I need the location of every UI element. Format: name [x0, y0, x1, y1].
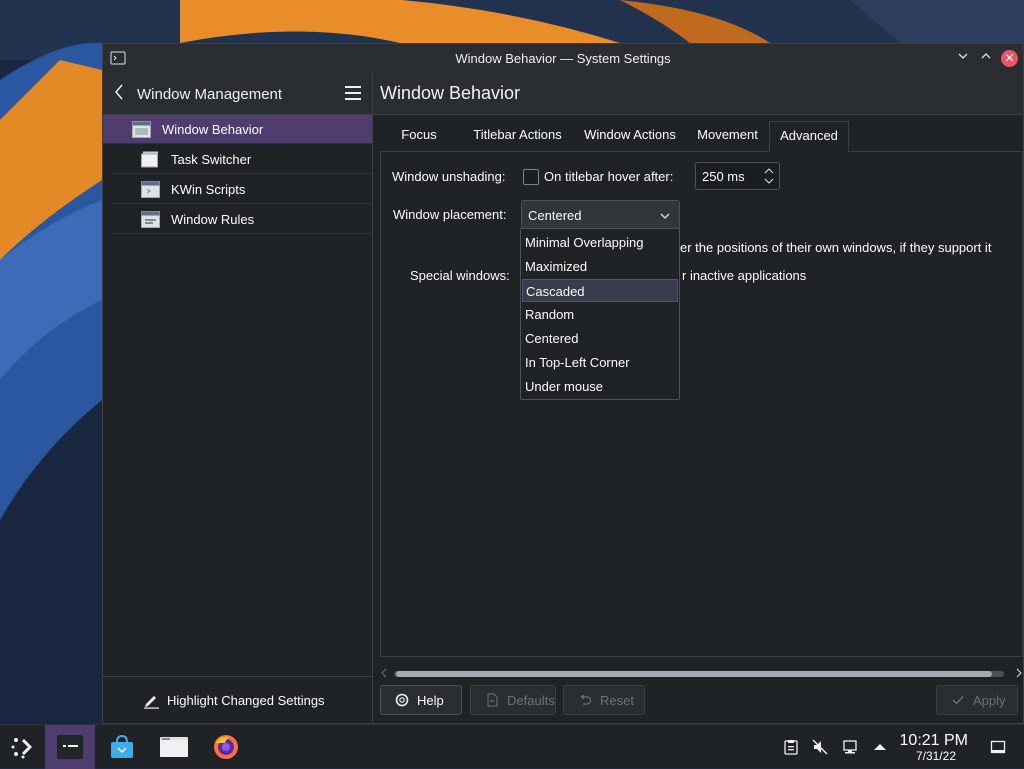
horizontal-scrollbar[interactable]: [380, 667, 1023, 681]
defaults-button[interactable]: Defaults: [470, 685, 556, 715]
taskbar: 10:21 PM 7/31/22: [0, 724, 1024, 769]
window-placement-value: Centered: [528, 208, 582, 223]
tab-advanced[interactable]: Advanced: [769, 121, 849, 152]
chevron-up-icon: [981, 53, 991, 59]
clipboard-icon[interactable]: [783, 739, 799, 755]
sidebar-header: Window Management: [103, 73, 372, 115]
sidebar-item-window-behavior[interactable]: Window Behavior: [103, 115, 372, 144]
maximize-button[interactable]: [978, 50, 994, 66]
special-windows-label: Special windows:: [410, 268, 510, 283]
tab-bar: Focus Titlebar Actions Window Actions Mo…: [380, 121, 1023, 152]
allow-apps-positions-text: er the positions of their own windows, i…: [680, 240, 992, 255]
sidebar-item-label: Task Switcher: [171, 152, 252, 167]
placement-option-under-mouse[interactable]: Under mouse: [522, 375, 678, 398]
titlebar-hover-checkbox[interactable]: [523, 169, 539, 185]
highlight-changed-settings-label: Highlight Changed Settings: [167, 693, 325, 708]
apply-label: Apply: [973, 693, 1006, 708]
task-file-manager[interactable]: [149, 725, 199, 769]
content-area: Window Behavior Focus Titlebar Actions W…: [373, 73, 1023, 723]
apply-button[interactable]: Apply: [936, 685, 1018, 715]
window-titlebar[interactable]: Window Behavior — System Settings ✕: [103, 44, 1023, 74]
defaults-label: Defaults: [507, 693, 555, 708]
placement-option-maximized[interactable]: Maximized: [522, 255, 678, 278]
task-firefox[interactable]: [201, 725, 251, 769]
window-title: Window Behavior — System Settings: [455, 51, 671, 66]
task-system-settings[interactable]: [45, 725, 95, 769]
tab-movement[interactable]: Movement: [689, 121, 766, 151]
application-launcher[interactable]: [0, 725, 50, 769]
highlight-changed-settings-button[interactable]: Highlight Changed Settings: [103, 676, 372, 723]
reset-button[interactable]: Reset: [563, 685, 645, 715]
chevron-down-icon: [660, 213, 670, 219]
sidebar-item-label: Window Rules: [171, 212, 255, 227]
spin-down-icon[interactable]: [764, 177, 774, 187]
terminal-app-icon: [57, 735, 83, 759]
placement-option-random[interactable]: Random: [522, 303, 678, 326]
sidebar-item-window-rules[interactable]: Window Rules: [112, 205, 372, 234]
hamburger-menu-icon[interactable]: [345, 86, 361, 104]
sidebar-item-kwin-scripts[interactable]: KWin Scripts: [112, 175, 372, 204]
window-rules-icon: [141, 211, 160, 228]
sidebar-item-label: KWin Scripts: [171, 182, 246, 197]
close-button[interactable]: ✕: [1001, 50, 1018, 67]
window-placement-combobox[interactable]: Centered: [521, 200, 680, 229]
network-wired-icon[interactable]: [842, 739, 858, 755]
unshading-delay-spinbox[interactable]: 250 ms: [695, 162, 780, 190]
show-desktop-icon[interactable]: [990, 739, 1006, 755]
window-unshading-label: Window unshading:: [392, 169, 506, 184]
clock-time[interactable]: 10:21 PM: [900, 732, 968, 750]
scrollbar-thumb[interactable]: [396, 671, 992, 677]
placement-option-top-left-corner[interactable]: In Top-Left Corner: [522, 351, 678, 374]
task-discover[interactable]: [97, 725, 147, 769]
task-switcher-icon: [141, 151, 158, 168]
undo-icon: [580, 694, 592, 705]
tab-window-actions[interactable]: Window Actions: [576, 121, 684, 151]
unshading-delay-value: 250 ms: [702, 169, 745, 184]
shopping-bag-icon: [111, 734, 133, 758]
tab-focus[interactable]: Focus: [380, 121, 458, 151]
chevron-left-icon: [115, 84, 123, 100]
page-title: Window Behavior: [380, 83, 521, 103]
script-window-icon: [141, 181, 160, 198]
sidebar-item-task-switcher[interactable]: Task Switcher: [112, 145, 372, 174]
clock-date[interactable]: 7/31/22: [916, 749, 956, 763]
inactive-applications-text: r inactive applications: [682, 268, 807, 283]
close-icon: ✕: [1004, 51, 1015, 65]
titlebar-hover-label: On titlebar hover after:: [544, 169, 674, 184]
help-button[interactable]: Help: [380, 685, 462, 715]
reset-label: Reset: [600, 693, 634, 708]
advanced-tab-panel: Window unshading: On titlebar hover afte…: [380, 152, 1023, 657]
placement-option-minimal-overlapping[interactable]: Minimal Overlapping: [522, 231, 678, 254]
window-settings-icon: [132, 121, 151, 138]
firefox-icon: [214, 735, 238, 759]
help-lifebuoy-icon: [395, 693, 409, 707]
content-header: Window Behavior: [373, 73, 1023, 115]
volume-muted-icon[interactable]: [812, 739, 828, 755]
scroll-right-icon[interactable]: [1015, 667, 1023, 682]
tray-expand-icon[interactable]: [872, 739, 888, 755]
spin-up-icon[interactable]: [764, 166, 774, 176]
placement-option-cascaded[interactable]: Cascaded: [522, 279, 678, 302]
placement-option-centered[interactable]: Centered: [522, 327, 678, 350]
document-defaults-icon: [487, 693, 498, 707]
sidebar: Window Management Window Behavior Task S…: [103, 73, 373, 723]
minimize-button[interactable]: [955, 50, 971, 66]
scroll-left-icon[interactable]: [380, 667, 388, 682]
checkmark-icon: [952, 696, 964, 705]
window-placement-dropdown: Minimal Overlapping Maximized Cascaded R…: [520, 228, 680, 400]
pencil-icon: [144, 696, 159, 709]
window-placement-label: Window placement:: [393, 207, 507, 222]
help-label: Help: [417, 693, 444, 708]
steamdeck-launcher-icon: [11, 738, 33, 759]
sidebar-item-label: Window Behavior: [162, 122, 264, 137]
sidebar-heading: Window Management: [137, 86, 283, 103]
back-button[interactable]: [113, 83, 125, 106]
chevron-down-icon: [958, 53, 968, 59]
tab-titlebar-actions[interactable]: Titlebar Actions: [465, 121, 570, 151]
folder-icon: [160, 737, 188, 757]
